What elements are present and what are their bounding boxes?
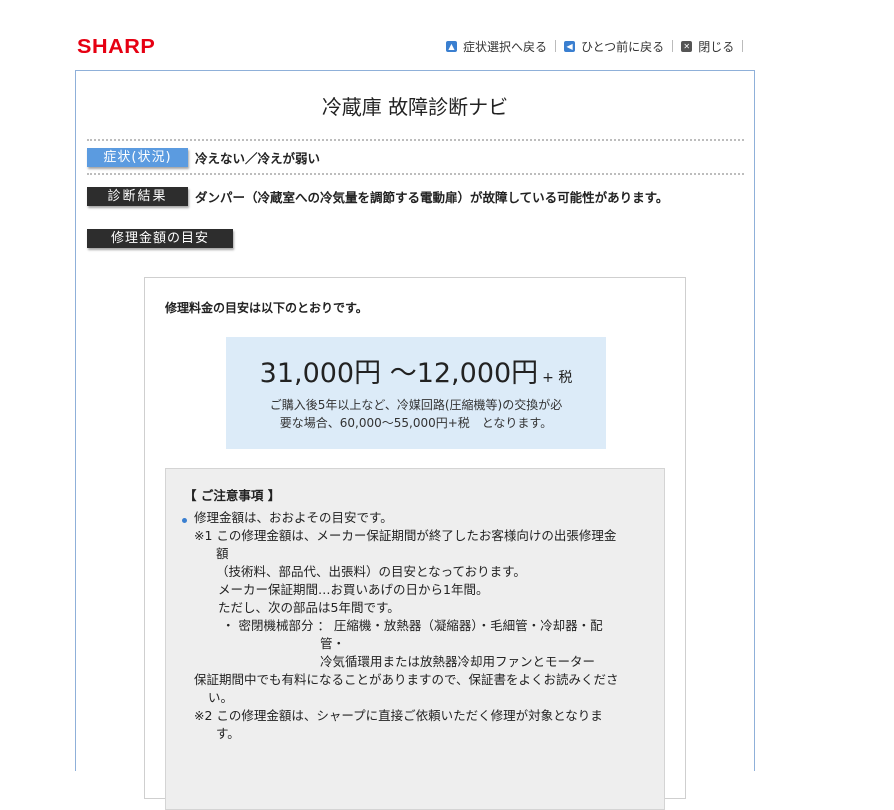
symptom-row: 症状(状況) 冷えない／冷えが弱い — [87, 148, 320, 167]
repair-heading-row: 修理金額の目安 — [87, 229, 233, 248]
price-range: 31,000円 ～12,000円 — [259, 358, 539, 389]
back-one-step-link[interactable]: ◀ ひとつ前に戻る — [564, 38, 664, 55]
price-note-line: 要な場合、60,000～55,000円+税 となります。 — [279, 416, 553, 430]
notes-line: ※2 この修理金額は、シャープに直接ご依頼いただく修理が対象となりま — [194, 708, 603, 723]
notes-line: ・ 密閉機械部分 ： 圧縮機・放熱器（凝縮器）・毛細管・冷却器・配 — [222, 618, 603, 633]
diagnosis-row: 診断結果 ダンパー（冷蔵室への冷気量を調節する電動扉）が故障している可能性があり… — [87, 187, 668, 206]
notes-heading: 【 ご注意事項 】 — [184, 488, 281, 503]
price-note: ご購入後5年以上など、冷媒回路(圧縮機等)の交換が必 要な場合、60,000～5… — [251, 396, 581, 432]
notes-line: 冷気循環用または放熱器冷却用ファンとモーター — [320, 654, 596, 669]
page-title: 冷蔵庫 故障診断ナビ — [321, 95, 509, 119]
price-note-line: ご購入後5年以上など、冷媒回路(圧縮機等)の交換が必 — [269, 398, 563, 412]
dotted-divider — [87, 139, 744, 141]
back-one-step-label: ひとつ前に戻る — [581, 39, 665, 54]
notes-line: 額 — [216, 546, 229, 561]
symptom-tag: 症状(状況) — [87, 148, 188, 167]
sharp-logo[interactable]: SHARP — [77, 36, 155, 59]
symptom-text: 冷えない／冷えが弱い — [195, 151, 321, 166]
back-to-symptom-label: 症状選択へ戻る — [463, 39, 548, 54]
notes-line: 修理金額は、おおよその目安です。 — [194, 510, 393, 525]
back-to-symptom-link[interactable]: ▲ 症状選択へ戻る — [446, 38, 547, 55]
notes-line: ※1 この修理金額は、メーカー保証期間が終了したお客様向けの出張修理金 — [194, 528, 617, 543]
nav-divider — [555, 40, 557, 52]
top-navigation: ▲ 症状選択へ戻る ◀ ひとつ前に戻る ✕ 閉じる — [446, 38, 751, 54]
nav-divider — [742, 40, 744, 52]
price-box: 31,000円 ～12,000円 + 税 ご購入後5年以上など、冷媒回路(圧縮機等… — [226, 337, 606, 449]
content-frame: 冷蔵庫 故障診断ナビ 症状(状況) 冷えない／冷えが弱い 診断結果 ダンパー（冷… — [75, 70, 755, 810]
notes-line: ただし、次の部品は5年間です。 — [218, 600, 400, 615]
arrow-left-icon: ◀ — [564, 40, 576, 52]
nav-divider — [672, 40, 674, 52]
tax-label: + 税 — [542, 370, 573, 386]
notes-line: い。 — [208, 690, 234, 705]
repair-estimate-panel: 修理料金の目安は以下のとおりです。 31,000円 ～12,000円 + 税 ご購… — [144, 277, 686, 810]
close-label: 閉じる — [698, 39, 735, 54]
close-icon: ✕ — [681, 40, 693, 52]
notes-line: （技術料、部品代、出張料）の目安となっております。 — [216, 564, 526, 579]
price-line: 31,000円 ～12,000円 + 税 — [226, 351, 606, 390]
notes-line: メーカー保証期間…お買いあげの日から1年間。 — [218, 582, 489, 597]
notes-line: 管・ — [320, 636, 346, 651]
bullet-icon — [182, 518, 187, 523]
notes-box: 【 ご注意事項 】 修理金額は、おおよその目安です。 ※1 この修理金額は、メー… — [165, 468, 665, 810]
repair-cost-tag: 修理金額の目安 — [87, 229, 233, 248]
diagnosis-text: ダンパー（冷蔵室への冷気量を調節する電動扉）が故障している可能性があります。 — [195, 190, 669, 205]
close-link[interactable]: ✕ 閉じる — [681, 38, 734, 55]
arrow-up-icon: ▲ — [446, 40, 457, 52]
dotted-divider — [87, 173, 744, 175]
repair-intro: 修理料金の目安は以下のとおりです。 — [165, 301, 368, 315]
diagnosis-tag: 診断結果 — [87, 187, 188, 206]
notes-line: 保証期間中でも有料になることがありますので、保証書をよくお読みくださ — [194, 672, 619, 687]
